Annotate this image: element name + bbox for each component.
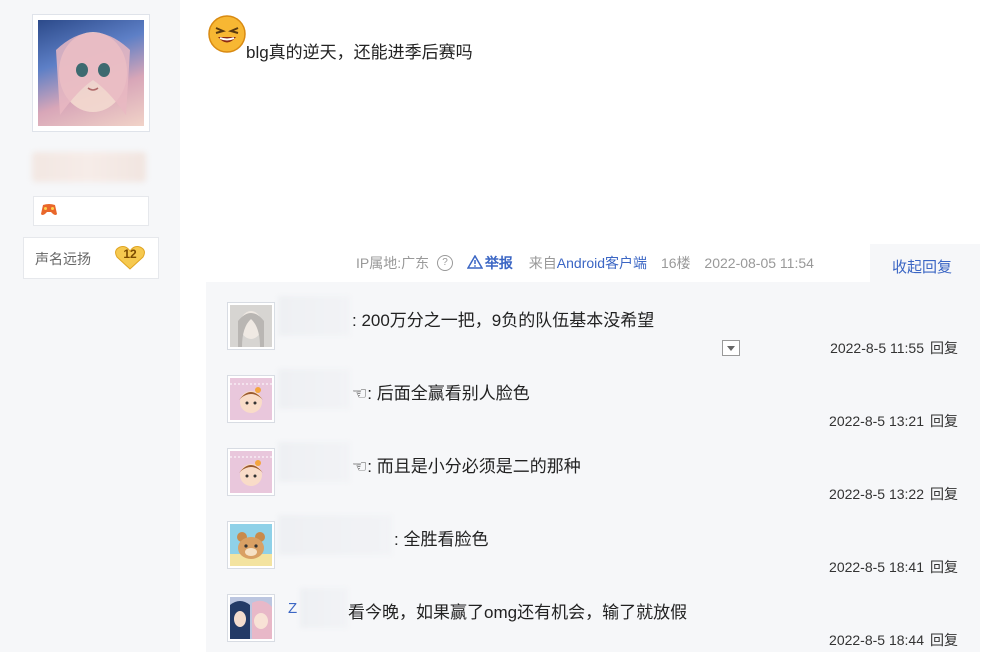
floor-number: 16楼 bbox=[660, 255, 691, 271]
reputation-level: 12 bbox=[123, 247, 137, 261]
reputation-level-badge: 12 bbox=[114, 244, 146, 270]
reply-button[interactable]: 回复 bbox=[930, 413, 958, 429]
post-body-text: blg真的逆天，还能进季后赛吗 bbox=[246, 43, 473, 62]
reply-text: : 200万分之一把，9负的队伍基本没希望 bbox=[352, 306, 654, 331]
help-icon[interactable]: ? bbox=[437, 255, 454, 271]
reply-button[interactable]: 回复 bbox=[930, 559, 958, 575]
author-avatar[interactable] bbox=[32, 14, 150, 132]
reply-text: ☜: 而且是小分必须是二的那种 bbox=[352, 452, 581, 477]
reply-avatar[interactable] bbox=[227, 521, 275, 569]
reply-text: 看今晚，如果赢了omg还有机会，输了就放假 bbox=[348, 598, 687, 623]
reply-username-blurred[interactable] bbox=[278, 369, 350, 409]
reply-item: ☜: 而且是小分必须是二的那种 2022-8-5 13:22 回复 bbox=[206, 428, 980, 502]
reply-text: : 全胜看脸色 bbox=[394, 525, 488, 550]
author-badge[interactable] bbox=[33, 196, 149, 226]
reputation-label: 声名远扬 bbox=[35, 252, 91, 268]
reply-name-suffix: ☜ bbox=[352, 384, 368, 403]
reply-text: ☜: 后面全赢看别人脸色 bbox=[352, 379, 530, 404]
reply-avatar[interactable] bbox=[227, 375, 275, 423]
collapse-replies-tab[interactable]: 收起回复 bbox=[870, 244, 980, 282]
reply-username-initial[interactable]: Z bbox=[288, 600, 297, 617]
reply-avatar[interactable] bbox=[227, 594, 275, 642]
collapse-replies-label: 收起回复 bbox=[892, 259, 953, 276]
bear-avatar-image bbox=[230, 524, 272, 566]
reply-item: Z 看今晚，如果赢了omg还有机会，输了就放假 2022-8-5 18:44 回复 bbox=[206, 574, 980, 648]
post-datetime: 2022-08-05 11:54 bbox=[704, 255, 814, 271]
reply-username-blurred[interactable] bbox=[278, 296, 350, 336]
reply-text-content: : 200万分之一把，9负的队伍基本没希望 bbox=[352, 311, 655, 330]
game-controller-icon bbox=[41, 204, 57, 215]
reputation-box[interactable]: 声名远扬 12 bbox=[23, 237, 159, 279]
reply-item: : 全胜看脸色 2022-8-5 18:41 回复 bbox=[206, 501, 980, 575]
ip-location: IP属地:广东 bbox=[356, 255, 430, 271]
reply-text-content: : 后面全赢看别人脸色 bbox=[367, 384, 530, 403]
reply-list: : 200万分之一把，9负的队伍基本没希望 2022-8-5 11:55 回复 ☜… bbox=[206, 282, 980, 652]
reply-avatar[interactable] bbox=[227, 302, 275, 350]
reply-username-blurred[interactable] bbox=[278, 442, 350, 482]
anime-girl-avatar-image bbox=[38, 20, 144, 126]
reply-item: ☜: 后面全赢看别人脸色 2022-8-5 13:21 回复 bbox=[206, 355, 980, 429]
reply-name-suffix: ☜ bbox=[352, 457, 368, 476]
report-link[interactable]: 举报 bbox=[466, 253, 513, 273]
reply-avatar[interactable] bbox=[227, 448, 275, 496]
reply-text-content: 看今晚，如果赢了omg还有机会，输了就放假 bbox=[348, 603, 688, 622]
reply-text-content: : 而且是小分必须是二的那种 bbox=[367, 457, 581, 476]
chevron-down-icon[interactable] bbox=[722, 340, 740, 356]
reply-button[interactable]: 回复 bbox=[930, 486, 958, 502]
reply-item: : 200万分之一把，9负的队伍基本没希望 2022-8-5 11:55 回复 bbox=[206, 282, 980, 356]
author-sidebar: 声名远扬 12 bbox=[0, 0, 180, 652]
couple-avatar-image bbox=[230, 597, 272, 639]
source-prefix: 来自 bbox=[528, 255, 557, 271]
source-client-link[interactable]: Android客户端 bbox=[557, 253, 647, 273]
grey-hair-avatar-image bbox=[230, 305, 272, 347]
reply-time: 2022-8-5 18:44 bbox=[829, 632, 924, 648]
reply-time: 2022-8-5 11:55 bbox=[830, 340, 924, 356]
post-meta: IP属地:广东 ? 举报 来自Android客户端 16楼 2022-08-05… bbox=[356, 253, 814, 273]
warning-icon bbox=[466, 254, 483, 269]
reply-time: 2022-8-5 13:22 bbox=[829, 486, 924, 502]
reply-time: 2022-8-5 13:21 bbox=[829, 413, 924, 429]
reply-meta: 2022-8-5 18:44 回复 bbox=[829, 630, 958, 650]
report-label: 举报 bbox=[484, 255, 513, 271]
reply-username-blurred[interactable] bbox=[278, 515, 392, 555]
reply-button[interactable]: 回复 bbox=[930, 340, 958, 356]
reply-button[interactable]: 回复 bbox=[930, 632, 958, 648]
author-name-blurred[interactable] bbox=[32, 152, 146, 182]
pink-girl-avatar-image bbox=[230, 378, 272, 420]
reply-text-content: : 全胜看脸色 bbox=[394, 530, 489, 549]
reply-time: 2022-8-5 18:41 bbox=[829, 559, 924, 575]
pink-girl-avatar-image bbox=[230, 451, 272, 493]
reply-username-blurred[interactable] bbox=[300, 588, 348, 628]
laughing-face-emoji bbox=[208, 15, 246, 53]
